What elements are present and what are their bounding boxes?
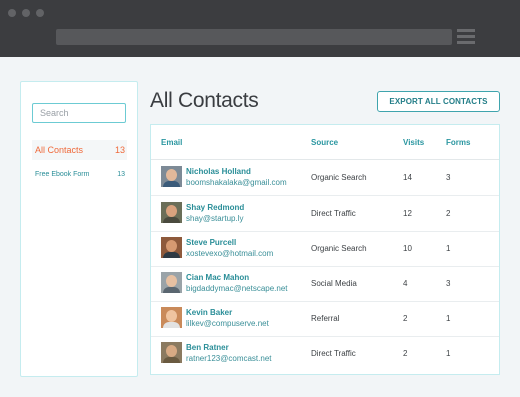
window-maximize-icon[interactable] — [36, 9, 44, 17]
export-all-contacts-button[interactable]: EXPORT ALL CONTACTS — [377, 91, 500, 112]
column-header-email[interactable]: Email — [161, 138, 182, 147]
contact-name[interactable]: Shay Redmond — [186, 203, 244, 212]
contact-email[interactable]: boomshakalaka@gmail.com — [186, 178, 287, 187]
contact-name[interactable]: Cian Mac Mahon — [186, 273, 249, 282]
sidebar-item-count: 13 — [117, 171, 125, 178]
avatar — [161, 272, 182, 293]
contact-visits: 14 — [403, 173, 412, 182]
contact-source: Social Media — [311, 279, 357, 288]
avatar — [161, 342, 182, 363]
contact-source: Organic Search — [311, 244, 367, 253]
column-header-forms[interactable]: Forms — [446, 138, 470, 147]
contact-name[interactable]: Steve Purcell — [186, 238, 236, 247]
contact-forms: 3 — [446, 173, 451, 182]
table-row[interactable]: Steve Purcell xostevexo@hotmail.com Orga… — [151, 231, 499, 267]
contact-forms: 3 — [446, 279, 451, 288]
search-input[interactable] — [32, 103, 126, 123]
sidebar-item-count: 13 — [114, 145, 125, 155]
menu-icon[interactable] — [457, 29, 475, 45]
table-row[interactable]: Cian Mac Mahon bigdaddymac@netscape.net … — [151, 266, 499, 302]
sidebar-item-label: Free Ebook Form — [35, 171, 90, 178]
contact-name[interactable]: Kevin Baker — [186, 308, 232, 317]
sidebar: All Contacts 13 Free Ebook Form 13 — [20, 81, 138, 377]
contact-email[interactable]: bigdaddymac@netscape.net — [186, 284, 288, 293]
window-close-icon[interactable] — [8, 9, 16, 17]
contact-visits: 2 — [403, 349, 408, 358]
contact-source: Direct Traffic — [311, 349, 356, 358]
address-bar[interactable] — [56, 29, 452, 45]
table-header: Email Source Visits Forms — [151, 125, 499, 160]
contact-forms: 1 — [446, 349, 451, 358]
table-row[interactable]: Ben Ratner ratner123@comcast.net Direct … — [151, 336, 499, 371]
table-row[interactable]: Nicholas Holland boomshakalaka@gmail.com… — [151, 160, 499, 196]
sidebar-item-label: All Contacts — [35, 145, 84, 155]
page-title: All Contacts — [150, 89, 259, 112]
avatar — [161, 237, 182, 258]
column-header-source[interactable]: Source — [311, 138, 338, 147]
contact-source: Organic Search — [311, 173, 367, 182]
contact-email[interactable]: lilkev@compuserve.net — [186, 319, 269, 328]
sidebar-item-all-contacts[interactable]: All Contacts 13 — [32, 140, 127, 160]
column-header-visits[interactable]: Visits — [403, 138, 424, 147]
contact-visits: 4 — [403, 279, 408, 288]
table-row[interactable]: Shay Redmond shay@startup.ly Direct Traf… — [151, 196, 499, 232]
contact-forms: 2 — [446, 209, 451, 218]
avatar — [161, 166, 182, 187]
table-row[interactable]: Kevin Baker lilkev@compuserve.net Referr… — [151, 301, 499, 337]
contact-forms: 1 — [446, 244, 451, 253]
contact-source: Referral — [311, 314, 340, 323]
contacts-table: Email Source Visits Forms Nicholas Holla… — [150, 124, 500, 375]
browser-chrome — [0, 0, 520, 57]
contact-forms: 1 — [446, 314, 451, 323]
avatar — [161, 307, 182, 328]
contact-source: Direct Traffic — [311, 209, 356, 218]
contact-visits: 2 — [403, 314, 408, 323]
contact-visits: 12 — [403, 209, 412, 218]
avatar — [161, 202, 182, 223]
contact-visits: 10 — [403, 244, 412, 253]
sidebar-item-free-ebook-form[interactable]: Free Ebook Form 13 — [35, 171, 125, 185]
contact-name[interactable]: Nicholas Holland — [186, 167, 251, 176]
contact-email[interactable]: shay@startup.ly — [186, 214, 243, 223]
contact-name[interactable]: Ben Ratner — [186, 343, 229, 352]
window-minimize-icon[interactable] — [22, 9, 30, 17]
contact-email[interactable]: xostevexo@hotmail.com — [186, 249, 273, 258]
contact-email[interactable]: ratner123@comcast.net — [186, 354, 272, 363]
